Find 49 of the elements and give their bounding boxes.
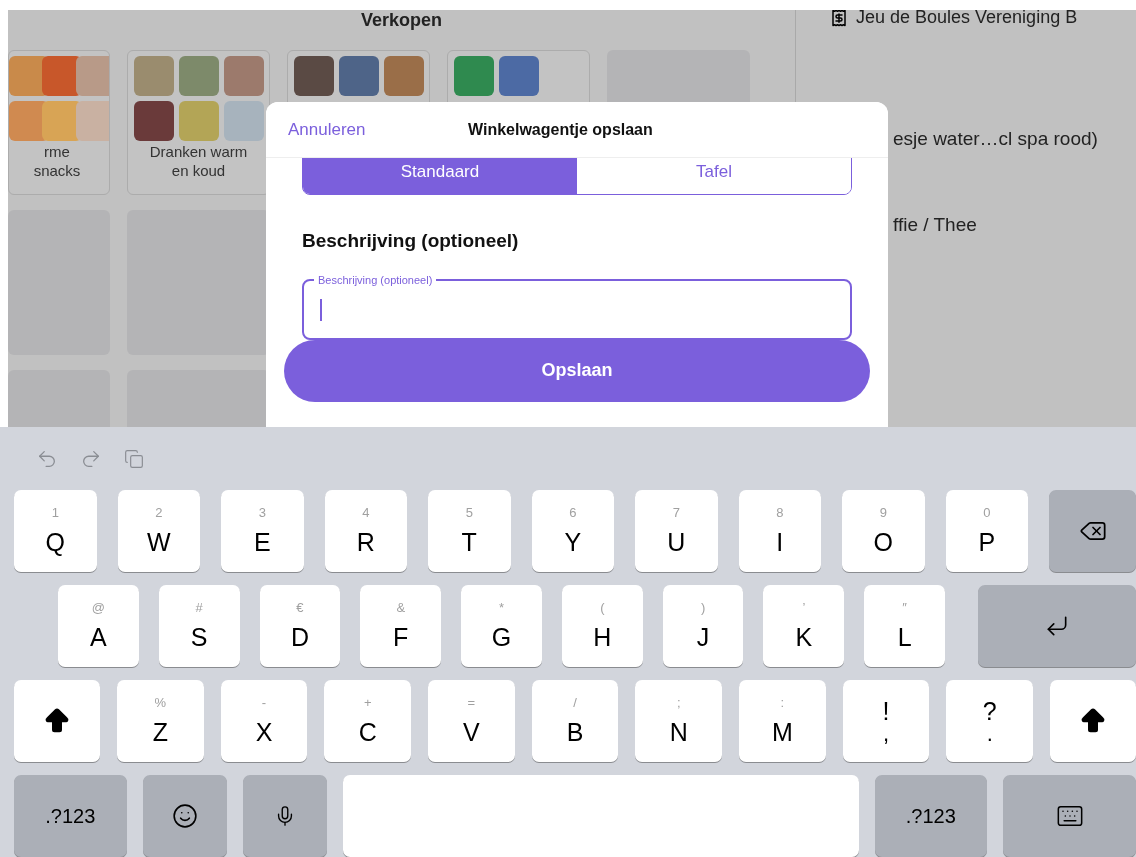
key[interactable]: ) J [662, 585, 744, 667]
key[interactable]: 8 I [738, 490, 821, 572]
key[interactable]: & F [360, 585, 442, 667]
backspace-key[interactable] [1049, 490, 1136, 572]
key[interactable]: ! , [842, 680, 930, 762]
key[interactable]: 5 T [428, 490, 511, 572]
key[interactable]: - X [220, 680, 308, 762]
key[interactable]: # S [158, 585, 240, 667]
key[interactable]: ( H [561, 585, 643, 667]
key[interactable]: 3 E [221, 490, 304, 572]
key[interactable]: 9 O [842, 490, 925, 572]
order-item[interactable]: ffie / Thee [893, 210, 1136, 239]
key[interactable]: % Z [117, 680, 204, 762]
key[interactable]: = V [428, 680, 515, 762]
cancel-link[interactable]: Annuleren [288, 116, 366, 143]
numbers-key[interactable]: .?123 [14, 775, 127, 857]
section-label: Beschrijving (optioneel) [302, 229, 520, 253]
shift-key[interactable] [1050, 680, 1136, 762]
key[interactable]: + C [324, 680, 411, 762]
key[interactable]: : M [739, 680, 826, 762]
key[interactable]: 1 Q [14, 490, 97, 572]
key[interactable]: 6 Y [531, 490, 614, 572]
emoji-icon [171, 803, 198, 829]
key[interactable]: 0 P [945, 490, 1028, 572]
key[interactable]: / B [531, 680, 619, 762]
emoji-key[interactable] [142, 775, 227, 857]
numbers-key[interactable]: .?123 [874, 775, 987, 857]
category-card[interactable]: rme snacks [8, 50, 110, 195]
category-label: rme snacks [32, 142, 82, 180]
category-label: Dranken warm en koud [148, 142, 249, 180]
order-item[interactable]: esje water…cl spa rood) [893, 125, 1136, 154]
key[interactable]: 7 U [635, 490, 718, 572]
key[interactable]: ? . [946, 680, 1034, 762]
shift-key[interactable] [14, 680, 100, 762]
key[interactable]: ″ L [864, 585, 946, 667]
key[interactable]: @ A [58, 585, 139, 667]
category-card[interactable]: Dranken warm en koud [127, 50, 270, 195]
key[interactable]: 4 R [324, 490, 407, 572]
panel-title: Jeu de Boules Vereniging B [856, 10, 1078, 29]
copy-icon [124, 448, 144, 469]
key[interactable]: € D [259, 585, 341, 667]
key[interactable]: ’ K [763, 585, 845, 667]
dialog-title: Winkelwagentje opslaan [468, 119, 653, 140]
key[interactable]: * G [461, 585, 542, 667]
key[interactable]: ; N [635, 680, 723, 762]
screen-title: Verkopen [360, 10, 442, 30]
save-button[interactable]: Opslaan [284, 339, 870, 402]
receipt-icon [830, 10, 848, 27]
key[interactable]: 2 W [117, 490, 200, 572]
